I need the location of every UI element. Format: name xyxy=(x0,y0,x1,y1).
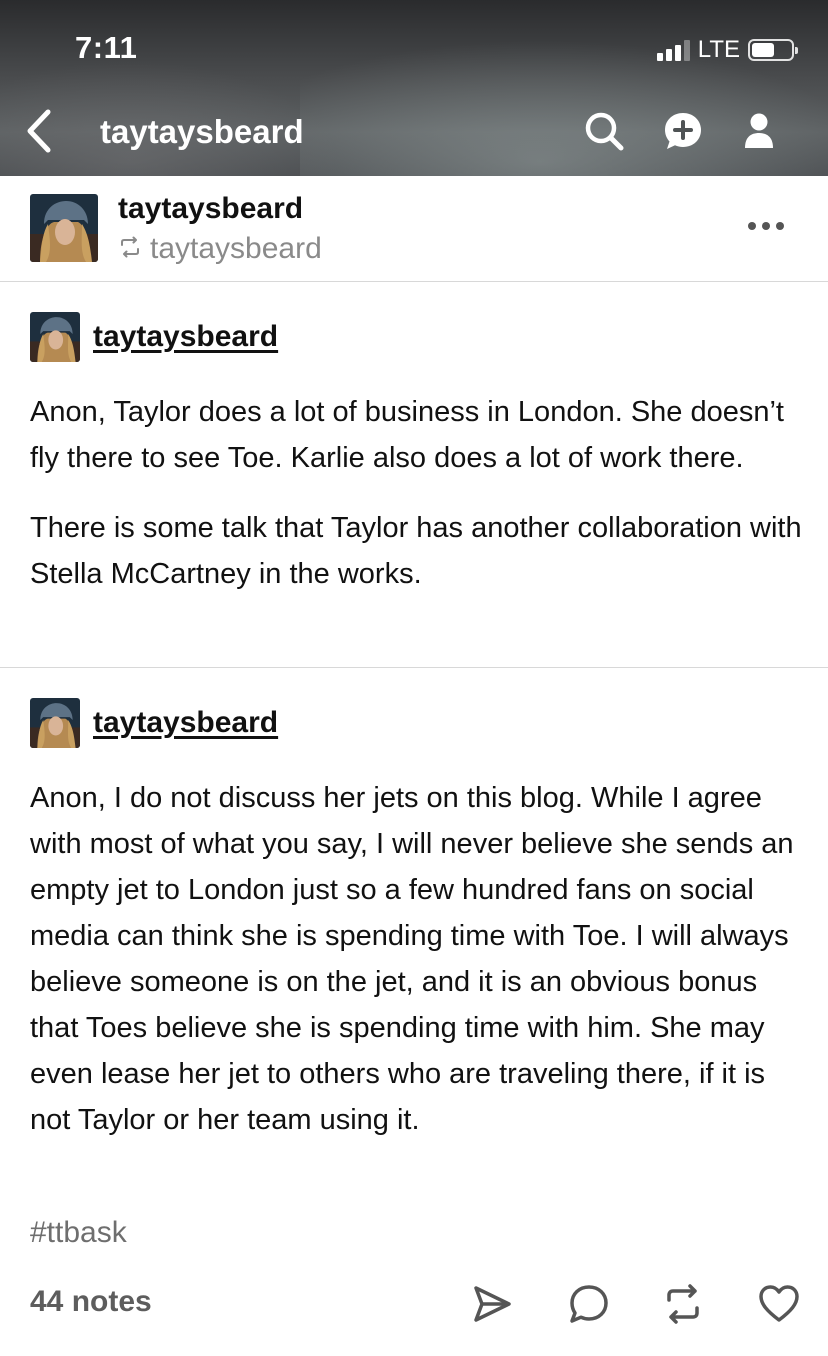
trail-paragraph: Anon, Taylor does a lot of business in L… xyxy=(30,396,784,474)
status-indicators: LTE xyxy=(656,34,798,66)
post-blog-name[interactable]: taytaysbeard xyxy=(118,192,303,226)
search-icon[interactable] xyxy=(583,110,625,152)
nav-title[interactable]: taytaysbeard xyxy=(100,113,304,151)
trail-body: Anon, I do not discuss her jets on this … xyxy=(30,775,808,1167)
reblog-trail-item: taytaysbeard Anon, Taylor does a lot of … xyxy=(0,282,828,668)
share-icon[interactable] xyxy=(470,1282,514,1326)
avatar[interactable] xyxy=(30,194,98,262)
trail-paragraph: Anon, I do not discuss her jets on this … xyxy=(30,782,794,1136)
more-options-icon[interactable] xyxy=(748,222,784,230)
trail-body: Anon, Taylor does a lot of business in L… xyxy=(30,389,808,621)
trail-paragraph: There is some talk that Taylor has anoth… xyxy=(30,512,802,590)
avatar[interactable] xyxy=(30,698,80,748)
account-icon[interactable] xyxy=(738,110,780,152)
new-message-icon[interactable] xyxy=(662,110,704,152)
back-arrow-icon[interactable] xyxy=(22,108,58,154)
notes-count[interactable]: 44 notes xyxy=(30,1285,152,1319)
post-footer: 44 notes xyxy=(0,1270,828,1340)
avatar[interactable] xyxy=(30,312,80,362)
post-header: taytaysbeard taytaysbeard xyxy=(0,176,828,282)
reblog-source-name: taytaysbeard xyxy=(150,232,322,265)
trail-author[interactable]: taytaysbeard xyxy=(93,320,278,354)
network-label: LTE xyxy=(697,36,740,63)
battery-icon xyxy=(748,39,798,61)
reblog-icon xyxy=(118,232,142,266)
reblog-source[interactable]: taytaysbeard xyxy=(118,232,322,266)
post-tag[interactable]: #ttbask xyxy=(30,1216,127,1250)
signal-icon xyxy=(656,39,690,61)
heart-icon[interactable] xyxy=(757,1282,801,1326)
reblog-trail-item: taytaysbeard Anon, I do not discuss her … xyxy=(0,668,828,1208)
reblog-icon[interactable] xyxy=(661,1282,705,1326)
trail-author[interactable]: taytaysbeard xyxy=(93,706,278,740)
reply-icon[interactable] xyxy=(567,1282,611,1326)
app-header: 7:11 LTE taytaysbeard xyxy=(0,0,828,176)
status-time: 7:11 xyxy=(75,30,138,65)
